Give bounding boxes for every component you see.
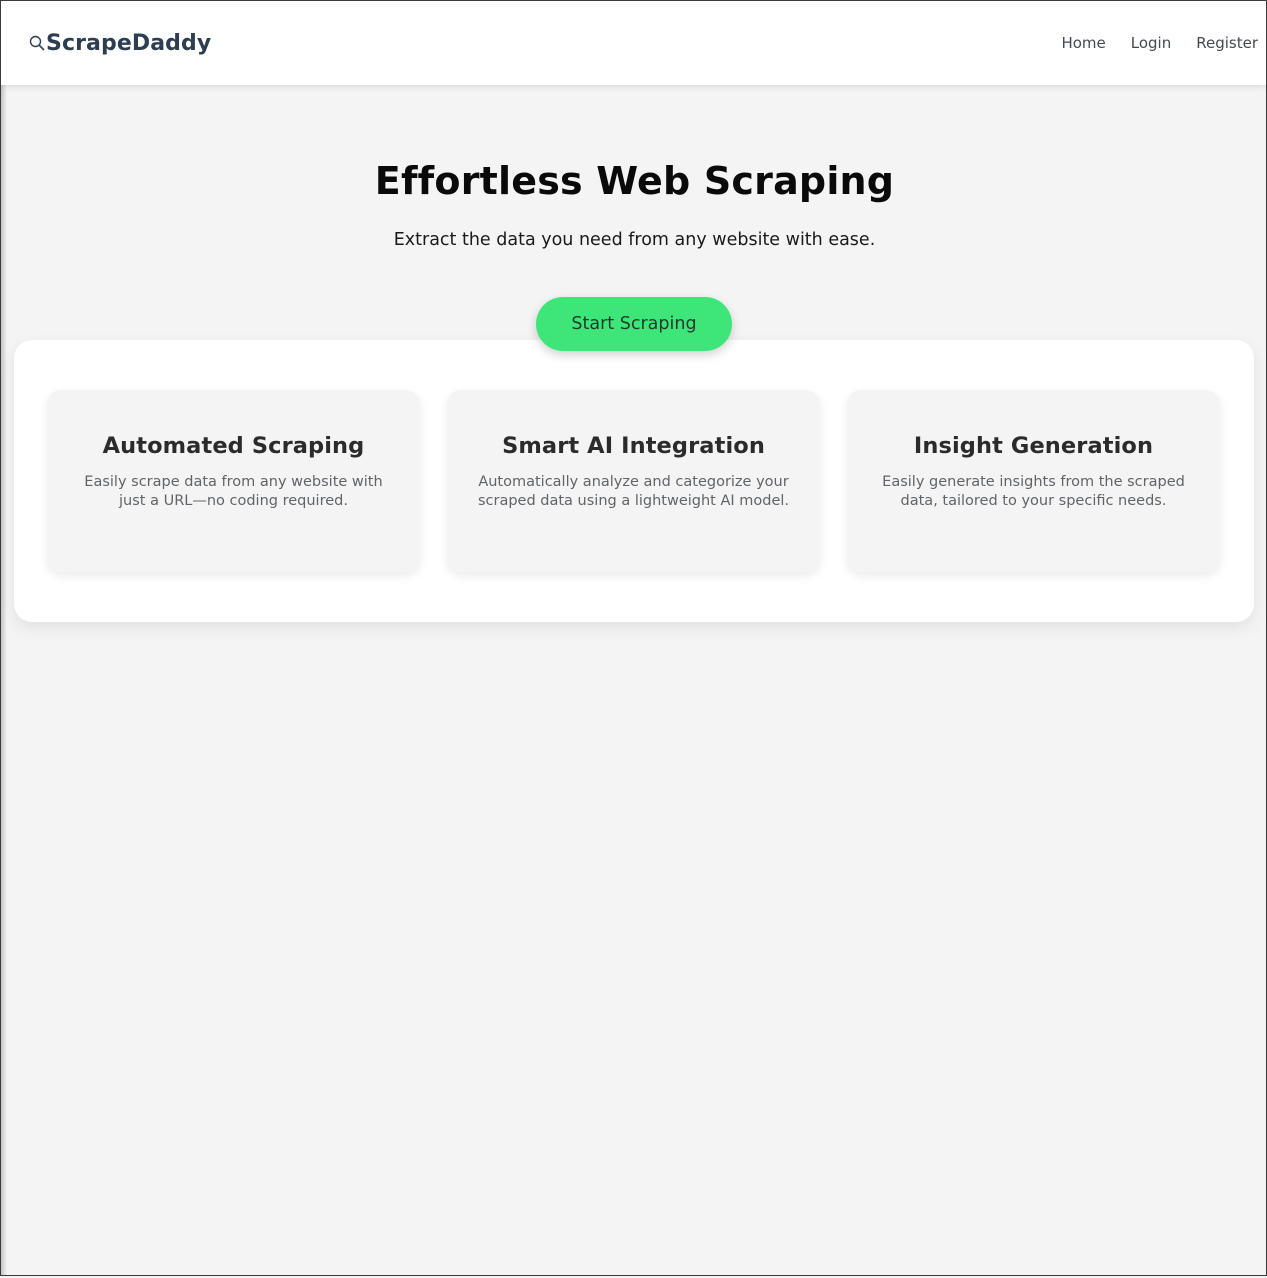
logo[interactable]: ScrapeDaddy — [28, 31, 211, 56]
feature-card-insight-generation: Insight Generation Easily generate insig… — [847, 390, 1220, 572]
feature-card-title: Smart AI Integration — [502, 433, 765, 459]
feature-card-title: Insight Generation — [913, 433, 1154, 459]
main-nav: Home Login Register — [1036, 34, 1258, 52]
feature-card-description: Automatically analyze and categorize you… — [477, 474, 790, 509]
left-edge-shadow — [1, 85, 7, 1275]
nav-home-link[interactable]: Home — [1061, 34, 1105, 52]
feature-card-automated-scraping: Automated Scraping Easily scrape data fr… — [47, 390, 420, 572]
logo-text: ScrapeDaddy — [46, 30, 212, 56]
hero-subtitle: Extract the data you need from any websi… — [393, 230, 876, 250]
start-scraping-button[interactable]: Start Scraping — [536, 297, 732, 351]
feature-card-smart-ai-integration: Smart AI Integration Automatically analy… — [447, 390, 820, 572]
site-header: ScrapeDaddy Home Login Register — [1, 1, 1266, 85]
nav-login-link[interactable]: Login — [1131, 34, 1171, 52]
hero-title: Effortless Web Scraping — [374, 159, 895, 203]
feature-card-title: Automated Scraping — [102, 433, 365, 459]
search-icon — [28, 35, 45, 52]
feature-card-description: Easily scrape data from any website with… — [84, 474, 383, 509]
nav-register-link[interactable]: Register — [1196, 34, 1258, 52]
browser-viewport: ScrapeDaddy Home Login Register Effortle… — [0, 0, 1267, 1276]
feature-card-description: Easily generate insights from the scrape… — [882, 474, 1185, 509]
